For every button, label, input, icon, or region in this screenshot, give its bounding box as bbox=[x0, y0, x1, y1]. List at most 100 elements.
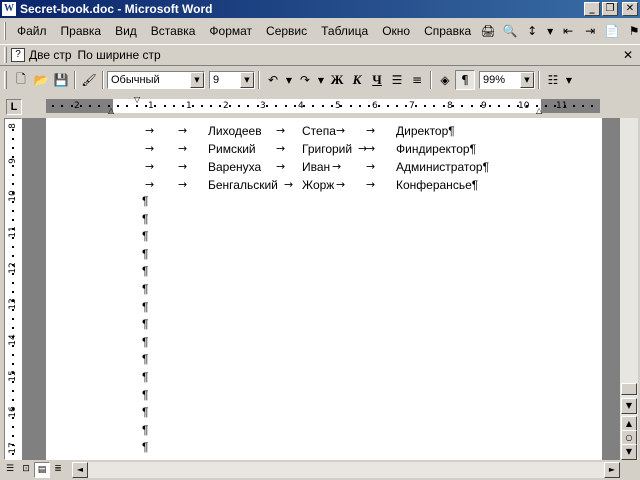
scroll-thumb[interactable] bbox=[621, 383, 637, 395]
new-document-icon[interactable]: 🗋 bbox=[11, 70, 31, 90]
menu-file[interactable]: Файл bbox=[10, 24, 54, 38]
first-name-cell: Григорий bbox=[302, 142, 353, 156]
menu-insert[interactable]: Вставка bbox=[144, 24, 203, 38]
paragraph-mark: ¶ bbox=[142, 334, 149, 349]
fit-width-button[interactable]: По ширине стр bbox=[78, 48, 161, 62]
chevron-down-icon[interactable]: ▼ bbox=[520, 72, 534, 88]
normal-view-icon[interactable]: ☰ bbox=[2, 462, 18, 478]
toolbar-grip[interactable] bbox=[4, 22, 6, 40]
next-page-button[interactable]: ▼ bbox=[621, 444, 637, 460]
format-painter-icon[interactable]: 🖌 bbox=[79, 70, 99, 90]
horizontal-scrollbar[interactable]: ◄ ► bbox=[72, 462, 620, 478]
restore-button[interactable]: ❐ bbox=[602, 2, 618, 16]
underline-button[interactable]: Ч bbox=[367, 70, 387, 90]
bookmark-icon[interactable]: ⚑ bbox=[624, 21, 640, 41]
tab-mark: → bbox=[332, 160, 342, 173]
align-center-icon[interactable]: ≡ bbox=[407, 70, 427, 90]
menu-edit[interactable]: Правка bbox=[54, 24, 109, 38]
menu-window[interactable]: Окно bbox=[375, 24, 417, 38]
ruler-tick bbox=[443, 105, 445, 107]
ruler-tick bbox=[145, 105, 147, 107]
ruler-tick bbox=[554, 105, 556, 107]
paragraph-mark: ¶ bbox=[142, 352, 149, 367]
ruler-tick bbox=[471, 105, 473, 107]
ruler-tick bbox=[219, 105, 221, 107]
menu-tools[interactable]: Сервис bbox=[259, 24, 314, 38]
style-select[interactable]: Обычный ▼ bbox=[107, 71, 205, 89]
print-preview-icon[interactable]: 🖨 bbox=[478, 21, 498, 41]
word-app-icon[interactable]: W bbox=[2, 2, 16, 16]
two-pages-button[interactable]: Две стр bbox=[29, 48, 72, 62]
menu-view[interactable]: Вид bbox=[108, 24, 144, 38]
italic-button[interactable]: К bbox=[347, 70, 367, 90]
paragraph-mark: ¶ bbox=[142, 282, 149, 296]
toolbar-grip[interactable] bbox=[4, 47, 7, 63]
tab-mark: → bbox=[178, 124, 188, 137]
open-folder-icon[interactable]: 📂 bbox=[31, 70, 51, 90]
spellcheck-icon[interactable]: 🔍 bbox=[500, 21, 520, 41]
ruler-number: 7 bbox=[409, 101, 415, 111]
ruler-tick bbox=[89, 105, 91, 107]
close-icon[interactable]: ✕ bbox=[620, 47, 636, 63]
menu-help[interactable]: Справка bbox=[417, 24, 478, 38]
scroll-left-button[interactable]: ◄ bbox=[72, 462, 88, 478]
menu-format[interactable]: Формат bbox=[202, 24, 259, 38]
chevron-down-icon[interactable]: ▼ bbox=[190, 72, 204, 88]
redo-icon[interactable]: ↷ bbox=[295, 70, 315, 90]
tab-selector[interactable]: L bbox=[6, 99, 22, 115]
line-spacing-icon[interactable]: ↕ bbox=[522, 21, 542, 41]
print-layout-icon[interactable]: ▤ bbox=[34, 462, 50, 478]
ruler-tick bbox=[452, 105, 454, 107]
toolbar-grip[interactable] bbox=[4, 71, 7, 89]
horizontal-ruler[interactable]: L 2 1 1 2 3 4 5 6 7 8 9 10 11 △ ▽ △ bbox=[0, 95, 640, 116]
tab-mark: → bbox=[145, 142, 155, 155]
show-formatting-button[interactable]: ¶ bbox=[455, 70, 475, 90]
ruler-tick bbox=[192, 105, 194, 107]
document-area[interactable]: → → Лиходеев → Степа → → Директор¶ → → Римский → Гри… bbox=[22, 118, 620, 460]
tab-mark: → bbox=[145, 178, 155, 191]
outline-view-icon[interactable]: ≣ bbox=[50, 462, 66, 478]
first-line-indent-marker[interactable]: ▽ bbox=[134, 95, 140, 104]
ruler-tick bbox=[210, 105, 212, 107]
font-size-select[interactable]: 9 ▼ bbox=[209, 71, 255, 89]
minimize-button[interactable]: _ bbox=[584, 2, 600, 16]
paragraph-mark: ¶ bbox=[142, 264, 149, 279]
align-left-icon[interactable]: ☰ bbox=[387, 70, 407, 90]
help-icon[interactable]: ? bbox=[11, 48, 25, 62]
ruler-tick bbox=[80, 105, 82, 107]
document-page[interactable]: → → Лиходеев → Степа → → Директор¶ → → Римский → Гри… bbox=[46, 118, 602, 460]
close-button[interactable]: ✕ bbox=[622, 2, 638, 16]
scroll-right-button[interactable]: ► bbox=[604, 462, 620, 478]
vertical-scrollbar[interactable]: ▼ ▲ ○ ▼ bbox=[620, 118, 638, 460]
paragraph-mark: ¶ bbox=[142, 194, 149, 208]
undo-icon[interactable]: ↶ bbox=[263, 70, 283, 90]
chevron-down-icon[interactable]: ▼ bbox=[544, 21, 556, 41]
save-icon[interactable]: 💾 bbox=[51, 70, 71, 90]
formatting-toolbar: 🗋 📂 💾 🖌 Обычный ▼ 9 ▼ ↶ ▼ ↷ ▼ Ж К Ч ☰ ≡ … bbox=[0, 68, 640, 92]
drawing-icon[interactable]: ◈ bbox=[435, 70, 455, 90]
chevron-down-icon[interactable]: ▼ bbox=[315, 70, 327, 90]
vertical-ruler[interactable]: 8 9 10 11 12 13 14 15 16 17 bbox=[4, 118, 22, 460]
chevron-down-icon[interactable]: ▼ bbox=[283, 70, 295, 90]
decrease-indent-icon[interactable]: ⇤ bbox=[558, 21, 578, 41]
last-name-cell: Римский bbox=[208, 142, 256, 156]
bold-button[interactable]: Ж bbox=[327, 70, 347, 90]
bullets-icon[interactable]: ☷ bbox=[543, 70, 563, 90]
pdf-icon[interactable]: 📄 bbox=[602, 21, 622, 41]
increase-indent-icon[interactable]: ⇥ bbox=[580, 21, 600, 41]
menu-table[interactable]: Таблица bbox=[314, 24, 375, 38]
tab-mark: → bbox=[336, 178, 346, 191]
scroll-down-button[interactable]: ▼ bbox=[621, 398, 637, 414]
ruler-tick bbox=[368, 105, 370, 107]
web-view-icon[interactable]: ⊡ bbox=[18, 462, 34, 478]
zoom-select[interactable]: 99% ▼ bbox=[479, 71, 535, 89]
chevron-down-icon[interactable]: ▼ bbox=[563, 70, 575, 90]
right-indent-marker[interactable]: △ bbox=[536, 106, 542, 115]
ruler-tick bbox=[12, 318, 14, 320]
chevron-down-icon[interactable]: ▼ bbox=[240, 72, 254, 88]
ruler-tick bbox=[266, 105, 268, 107]
left-indent-marker[interactable]: △ bbox=[108, 106, 114, 115]
ruler-tick bbox=[71, 105, 73, 107]
position-cell: Финдиректор¶ bbox=[396, 142, 477, 156]
ruler-tick bbox=[331, 105, 333, 107]
